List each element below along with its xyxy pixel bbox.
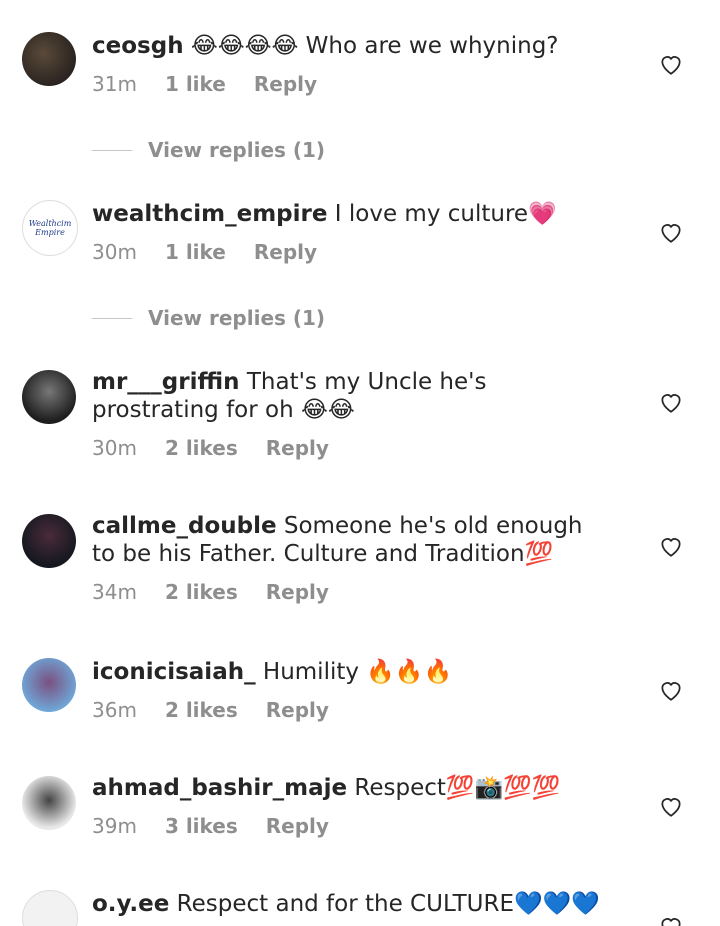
view-replies-button[interactable]: View replies (1)	[92, 138, 325, 162]
heart-icon[interactable]	[658, 678, 684, 702]
avatar[interactable]	[22, 658, 76, 712]
comment-message: Respect💯📸💯💯	[354, 775, 561, 801]
comment-meta: 34m 2 likes Reply	[92, 580, 610, 604]
username[interactable]: ceosgh	[92, 33, 184, 59]
comment-meta: 36m 2 likes Reply	[92, 698, 610, 722]
reply-button[interactable]: Reply	[254, 240, 317, 264]
avatar[interactable]	[22, 776, 76, 830]
comment-meta: 39m 3 likes Reply	[92, 814, 610, 838]
comment-body: callme_double Someone he's old enough to…	[92, 512, 610, 604]
username[interactable]: ahmad_bashir_maje	[92, 775, 347, 801]
reply-button[interactable]: Reply	[266, 436, 329, 460]
heart-icon[interactable]	[658, 390, 684, 414]
avatar[interactable]: Wealthcim Empire	[22, 200, 78, 256]
divider	[92, 149, 132, 151]
comment-body: ahmad_bashir_maje Respect💯📸💯💯 39m 3 like…	[92, 774, 610, 838]
avatar-logo-text: Wealthcim Empire	[28, 219, 72, 237]
view-replies-label: View replies (1)	[148, 306, 326, 330]
username[interactable]: o.y.ee	[92, 891, 169, 917]
heart-icon[interactable]	[658, 914, 684, 926]
like-count[interactable]: 2 likes	[165, 580, 238, 604]
comment-text: ahmad_bashir_maje Respect💯📸💯💯	[92, 774, 610, 802]
comment-message: I love my culture💗	[334, 201, 557, 227]
comment-text: mr___griffin That's my Uncle he's prostr…	[92, 368, 610, 424]
comment-message: Humility 🔥🔥🔥	[262, 659, 453, 685]
avatar[interactable]	[22, 890, 78, 926]
like-count[interactable]: 2 likes	[165, 698, 238, 722]
comment-meta: 30m 2 likes Reply	[92, 436, 610, 460]
heart-icon[interactable]	[658, 534, 684, 558]
comment-body: ceosgh 😂😂😂😂 Who are we whyning? 31m 1 li…	[92, 32, 610, 96]
comment-message: 😂😂😂😂 Who are we whyning?	[190, 33, 559, 59]
comment-item: o.y.ee Respect and for the CULTURE💙💙💙	[0, 890, 720, 926]
comment-body: o.y.ee Respect and for the CULTURE💙💙💙	[92, 890, 610, 918]
like-count[interactable]: 2 likes	[165, 436, 238, 460]
like-count[interactable]: 1 like	[165, 240, 226, 264]
comment-body: iconicisaiah_ Humility 🔥🔥🔥 36m 2 likes R…	[92, 658, 610, 722]
reply-button[interactable]: Reply	[266, 698, 329, 722]
username[interactable]: wealthcim_empire	[92, 201, 327, 227]
reply-button[interactable]: Reply	[266, 580, 329, 604]
view-replies-label: View replies (1)	[148, 138, 326, 162]
comment-body: mr___griffin That's my Uncle he's prostr…	[92, 368, 610, 460]
username[interactable]: iconicisaiah_	[92, 659, 256, 685]
reply-button[interactable]: Reply	[266, 814, 329, 838]
username[interactable]: mr___griffin	[92, 369, 240, 395]
heart-icon[interactable]	[658, 794, 684, 818]
comment-text: o.y.ee Respect and for the CULTURE💙💙💙	[92, 890, 610, 918]
comment-text: ceosgh 😂😂😂😂 Who are we whyning?	[92, 32, 610, 60]
heart-icon[interactable]	[658, 52, 684, 76]
comment-text: iconicisaiah_ Humility 🔥🔥🔥	[92, 658, 610, 686]
timestamp: 34m	[92, 580, 137, 604]
comment-body: wealthcim_empire I love my culture💗 30m …	[92, 200, 610, 264]
comment-meta: 31m 1 like Reply	[92, 72, 610, 96]
timestamp: 36m	[92, 698, 137, 722]
timestamp: 31m	[92, 72, 137, 96]
avatar[interactable]	[22, 370, 76, 424]
view-replies-button[interactable]: View replies (1)	[92, 306, 325, 330]
divider	[92, 317, 132, 319]
timestamp: 30m	[92, 240, 137, 264]
like-count[interactable]: 1 like	[165, 72, 226, 96]
timestamp: 39m	[92, 814, 137, 838]
comment-meta: 30m 1 like Reply	[92, 240, 610, 264]
avatar[interactable]	[22, 32, 76, 86]
avatar[interactable]	[22, 514, 76, 568]
username[interactable]: callme_double	[92, 513, 277, 539]
like-count[interactable]: 3 likes	[165, 814, 238, 838]
comment-text: callme_double Someone he's old enough to…	[92, 512, 610, 568]
reply-button[interactable]: Reply	[254, 72, 317, 96]
comment-text: wealthcim_empire I love my culture💗	[92, 200, 610, 228]
comment-message: Respect and for the CULTURE💙💙💙	[176, 891, 600, 917]
heart-icon[interactable]	[658, 220, 684, 244]
timestamp: 30m	[92, 436, 137, 460]
